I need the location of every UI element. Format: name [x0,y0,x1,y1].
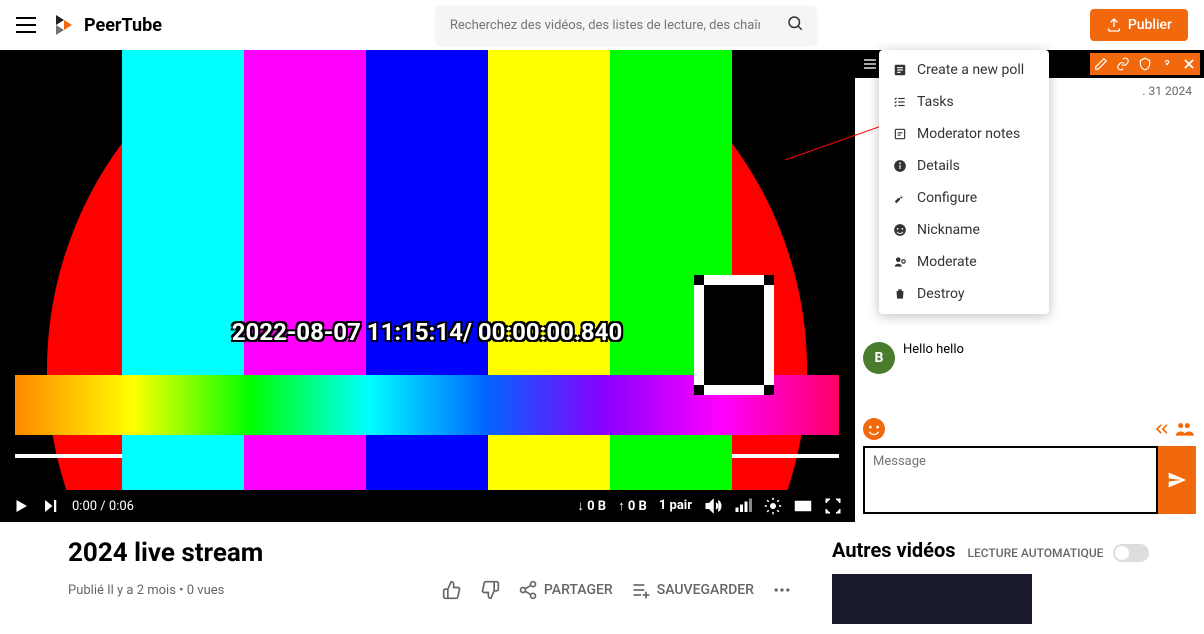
video-title: 2024 live stream [68,538,792,568]
trash-icon [893,287,907,301]
theater-icon[interactable] [794,497,812,515]
video-meta: Publié Il y a 2 mois • 0 vues [68,583,224,598]
dropdown-details[interactable]: Details [879,150,1049,182]
like-button[interactable] [442,580,462,600]
chat-menu-icon[interactable] [859,53,881,75]
dropdown-nickname[interactable]: Nickname [879,214,1049,246]
below-video: 2024 live stream Publié Il y a 2 mois • … [0,522,1204,624]
info-icon [893,159,907,173]
video-actions: PARTAGER SAUVEGARDER [442,580,792,600]
video-area: 2022-08-07 11:15:14/ 00:00:00.840 [0,50,854,490]
chat-dropdown-menu: Create a new poll Tasks Moderator notes … [879,50,1049,314]
publish-label: Publier [1128,17,1172,33]
dropdown-moderate[interactable]: Moderate [879,246,1049,278]
video-player[interactable]: 2022-08-07 11:15:14/ 00:00:00.840 0:00 /… [0,50,854,522]
time-display: 0:00 / 0:06 [72,499,134,514]
quality-bars-icon[interactable] [734,497,752,515]
chat-close-icon[interactable] [1178,53,1200,75]
header: PeerTube Publier [0,0,1204,50]
timestamp-overlay: 2022-08-07 11:15:14/ 00:00:00.840 [232,318,622,346]
save-button[interactable]: SAUVEGARDER [631,580,754,600]
dropdown-destroy[interactable]: Destroy [879,278,1049,310]
chat-input[interactable] [863,446,1158,514]
p2p-stats: ↓ 0 B ↑ 0 B 1 pair [577,498,692,514]
chat-shield-icon[interactable] [1134,53,1156,75]
chat-collapse-icon[interactable] [1152,419,1172,439]
search-input[interactable] [436,8,774,43]
chat-help-icon[interactable] [1156,53,1178,75]
pixel-sync-box [694,275,774,395]
autoplay-label: LECTURE AUTOMATIQUE [968,546,1104,560]
emoji-button[interactable] [863,418,885,440]
menu-toggle[interactable] [16,17,36,33]
share-button[interactable]: PARTAGER [518,580,613,600]
participants-icon[interactable] [1172,419,1196,439]
video-controls: 0:00 / 0:06 ↓ 0 B ↑ 0 B 1 pair [0,490,854,522]
settings-icon[interactable] [764,497,782,515]
dislike-button[interactable] [480,580,500,600]
tasks-icon [893,95,907,109]
chat-input-area [855,410,1204,522]
notes-icon [893,127,907,141]
search-box [436,6,816,44]
wrench-icon [893,191,907,205]
more-options-icon[interactable] [772,580,792,600]
chat-avatar: B [863,342,895,374]
poll-icon [893,63,907,77]
video-thumbnail[interactable] [832,574,1032,624]
fullscreen-icon[interactable] [824,497,842,515]
play-icon[interactable] [12,497,30,515]
autoplay-toggle[interactable] [1113,544,1149,562]
dropdown-tasks[interactable]: Tasks [879,86,1049,118]
dropdown-create-poll[interactable]: Create a new poll [879,54,1049,86]
chat-edit-icon[interactable] [1090,53,1112,75]
search-container [178,6,1074,44]
playlist-add-icon [631,580,651,600]
other-videos-section: Autres vidéos LECTURE AUTOMATIQUE [832,538,1172,624]
moderate-icon [893,255,907,269]
upload-icon [1106,17,1122,33]
search-button[interactable] [774,6,816,44]
logo[interactable]: PeerTube [52,13,162,37]
chat-message: B Hello hello [863,342,1196,374]
dropdown-configure[interactable]: Configure [879,182,1049,214]
chat-message-text: Hello hello [903,342,1196,374]
send-button[interactable] [1158,446,1196,514]
other-videos-title: Autres vidéos [832,538,956,562]
chat-link-icon[interactable] [1112,53,1134,75]
peertube-logo-icon [52,13,76,37]
share-icon [518,580,538,600]
search-icon [786,14,804,32]
smile-icon [893,223,907,237]
dropdown-moderator-notes[interactable]: Moderator notes [879,118,1049,150]
brand-name: PeerTube [84,15,162,36]
next-icon[interactable] [42,497,60,515]
volume-icon[interactable] [704,497,722,515]
video-info: 2024 live stream Publié Il y a 2 mois • … [68,538,792,624]
publish-button[interactable]: Publier [1090,9,1188,41]
